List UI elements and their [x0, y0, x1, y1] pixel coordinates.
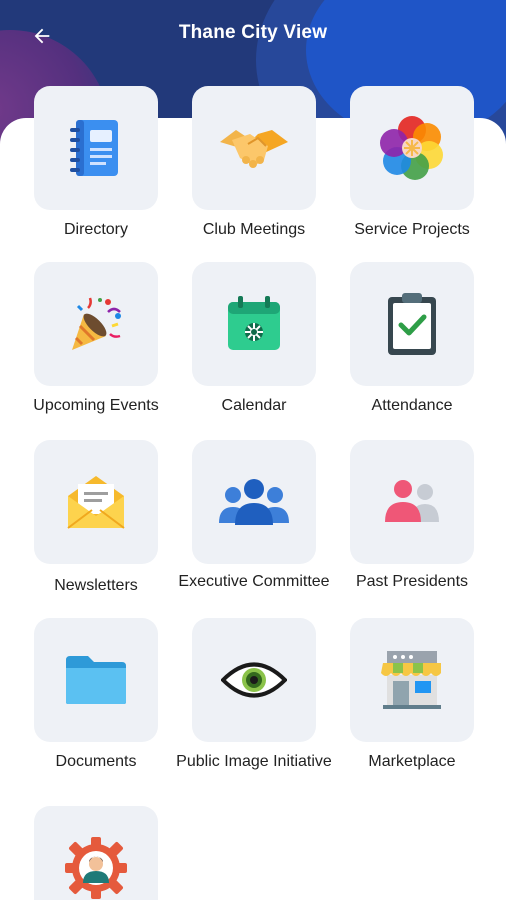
- menu-item-box: [192, 262, 316, 386]
- menu-item-club-meetings[interactable]: Club Meetings: [174, 86, 334, 240]
- eye-icon: [221, 662, 287, 698]
- menu-item-box: [350, 262, 474, 386]
- menu-item-documents[interactable]: Documents: [16, 618, 176, 772]
- menu-item-directory[interactable]: Directory: [16, 86, 176, 240]
- menu-item-marketplace[interactable]: Marketplace: [332, 618, 492, 772]
- folder-icon: [66, 656, 126, 704]
- gear-person-icon: [65, 837, 127, 899]
- menu-item-calendar[interactable]: Calendar: [174, 262, 334, 416]
- menu-item-box: [350, 440, 474, 564]
- menu-item-box: [34, 618, 158, 742]
- handshake-icon: [220, 130, 288, 168]
- menu-item-label: Newsletters: [54, 577, 138, 594]
- menu-item-box: [192, 440, 316, 564]
- menu-item-box: [34, 440, 158, 564]
- menu-item-box: [34, 86, 158, 210]
- menu-item-newsletters[interactable]: Newsletters: [16, 440, 176, 596]
- group-icon: [219, 479, 289, 525]
- menu-item-label: Calendar: [221, 397, 287, 414]
- menu-item-public-image-initiative[interactable]: Public Image Initiative: [174, 618, 334, 772]
- menu-item-label: Documents: [55, 753, 137, 770]
- people-icon: [385, 480, 439, 522]
- menu-item-box: [350, 86, 474, 210]
- menu-item-service-projects[interactable]: Service Projects: [332, 86, 492, 240]
- menu-item-label: Public Image Initiative: [176, 753, 332, 770]
- shop-icon: [381, 651, 441, 709]
- menu-item-label: Past Presidents: [355, 573, 469, 590]
- menu-item-upcoming-events[interactable]: Upcoming Events: [16, 262, 176, 416]
- menu-item-box: [34, 262, 158, 386]
- menu-item-box: [192, 618, 316, 742]
- menu-item-settings[interactable]: [16, 806, 176, 900]
- menu-item-label: Directory: [63, 221, 128, 238]
- menu-item-label: Executive Committee: [178, 573, 330, 590]
- clipboard-check-icon: [388, 293, 436, 355]
- calendar-icon: [228, 296, 280, 350]
- open-envelope-icon: [67, 476, 125, 529]
- menu-item-box: [350, 618, 474, 742]
- menu-item-label: Attendance: [371, 397, 453, 414]
- menu-item-label: Club Meetings: [202, 221, 306, 238]
- rainbow-flower-icon: [380, 116, 443, 180]
- menu-item-past-presidents[interactable]: Past Presidents: [332, 440, 492, 592]
- menu-item-label: Marketplace: [368, 753, 456, 770]
- menu-item-attendance[interactable]: Attendance: [332, 262, 492, 416]
- menu-item-executive-committee[interactable]: Executive Committee: [174, 440, 334, 592]
- page-title: Thane City View: [178, 22, 328, 43]
- menu-item-label: Upcoming Events: [33, 397, 159, 414]
- menu-item-box: [34, 806, 158, 900]
- menu-item-label: Service Projects: [354, 221, 470, 238]
- notebook-icon: [70, 120, 118, 176]
- party-popper-icon: [72, 297, 121, 350]
- menu-item-box: [192, 86, 316, 210]
